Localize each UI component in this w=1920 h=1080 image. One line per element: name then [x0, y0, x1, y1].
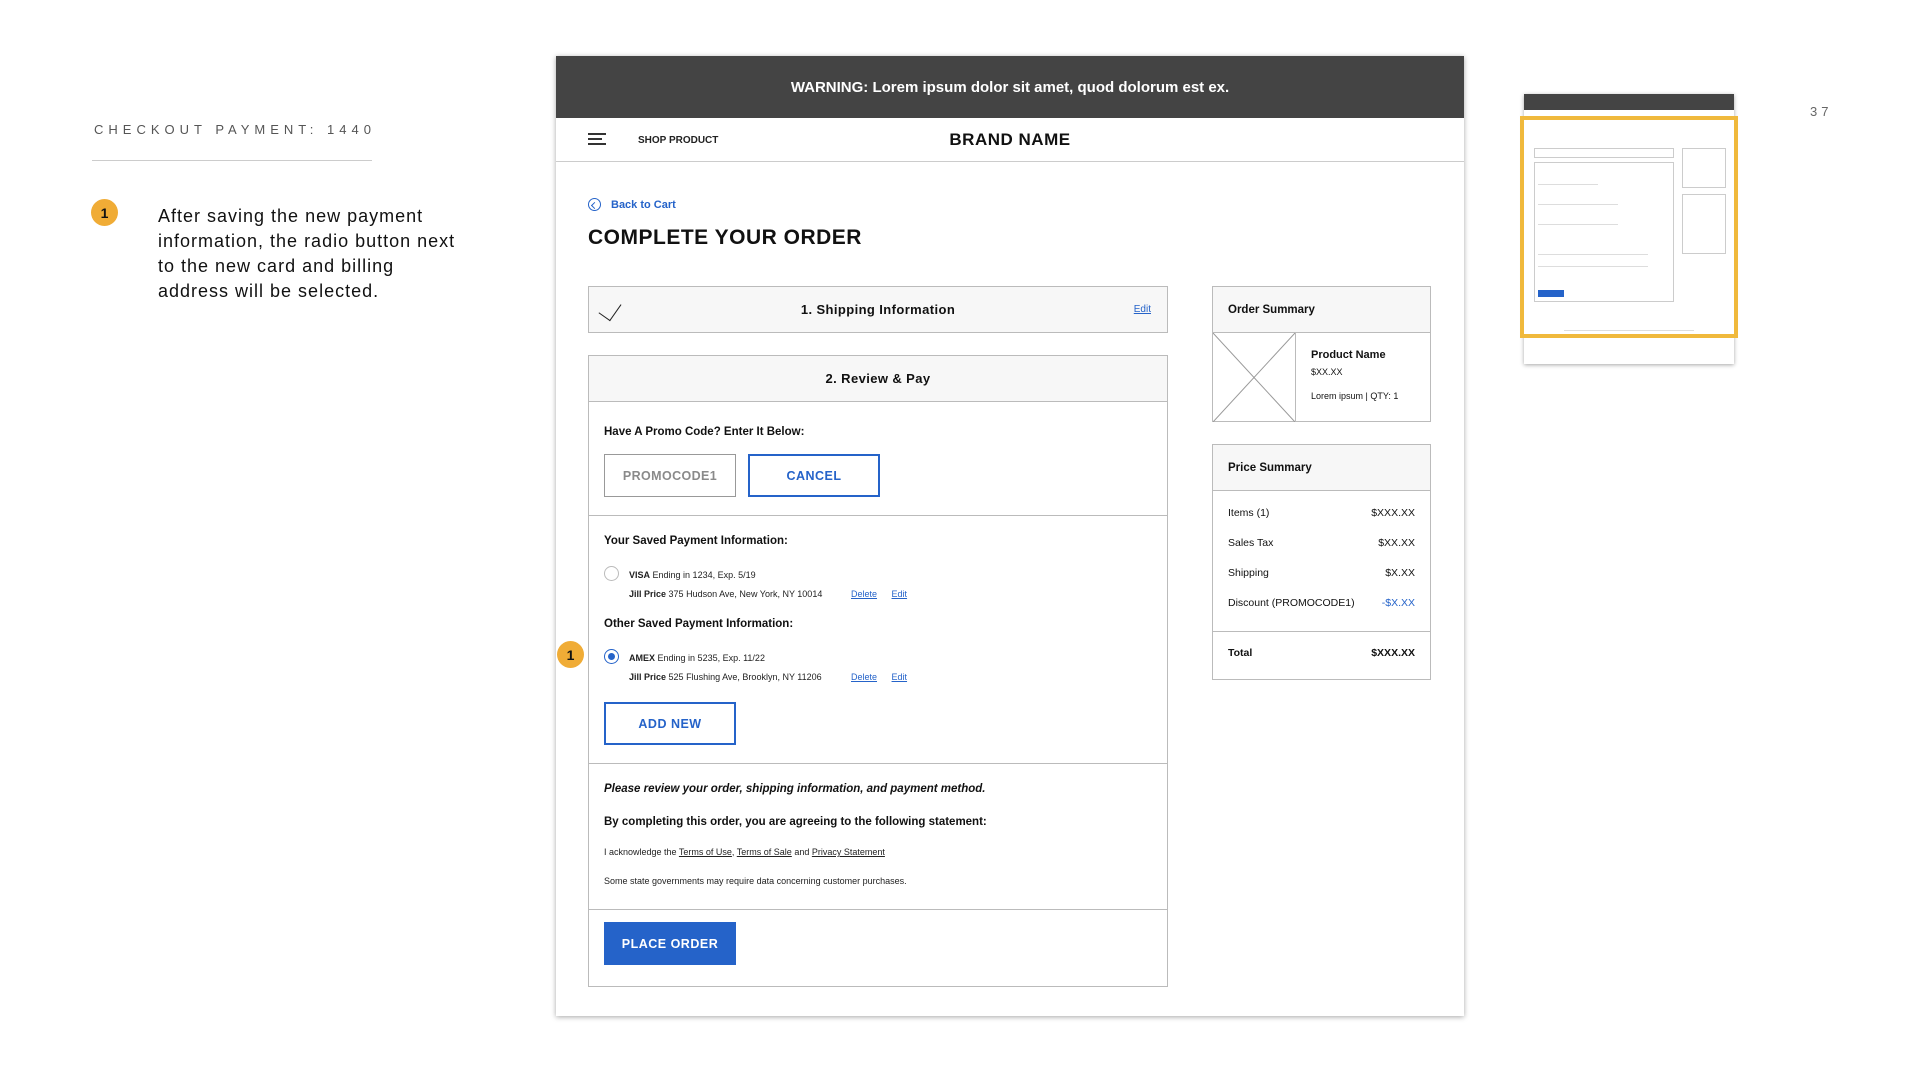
annotation-text: After saving the new payment information…: [158, 206, 456, 301]
checkout-mockup: WARNING: Lorem ipsum dolor sit amet, quo…: [556, 56, 1464, 1016]
saved-card-radio[interactable]: [604, 566, 619, 581]
review-pay-section: 2. Review & Pay Have A Promo Code? Enter…: [588, 355, 1168, 987]
terms-of-sale-link[interactable]: Terms of Sale: [737, 847, 792, 857]
product-name: Product Name: [1311, 349, 1386, 361]
page-number: 37: [1810, 104, 1833, 119]
promo-section: Have A Promo Code? Enter It Below: PROMO…: [589, 402, 1167, 516]
other-delete-link[interactable]: Delete: [851, 672, 877, 682]
saved-payment-label: Your Saved Payment Information:: [604, 535, 788, 547]
annotation-badge-marker: 1: [557, 641, 584, 668]
other-address-line: Jill Price 525 Flushing Ave, Brooklyn, N…: [629, 672, 822, 682]
page-title: COMPLETE YOUR ORDER: [588, 226, 862, 249]
place-order-button[interactable]: PLACE ORDER: [604, 922, 736, 965]
payment-section: Your Saved Payment Information: VISA End…: [589, 516, 1167, 764]
promo-label: Have A Promo Code? Enter It Below:: [604, 426, 805, 438]
saved-card-actions: Delete Edit: [851, 589, 919, 599]
thumbnail-warning-bar: [1524, 94, 1734, 110]
price-summary: Price Summary Items (1) $XXX.XX Sales Ta…: [1212, 444, 1431, 680]
order-summary: Order Summary Product Name $XX.XX Lorem …: [1212, 286, 1431, 423]
shipping-edit-link[interactable]: Edit: [1134, 304, 1151, 315]
saved-edit-link[interactable]: Edit: [892, 589, 908, 599]
other-card-radio-selected[interactable]: [604, 649, 619, 664]
saved-card-line: VISA Ending in 1234, Exp. 5/19: [629, 570, 756, 580]
warning-banner: WARNING: Lorem ipsum dolor sit amet, quo…: [556, 56, 1464, 118]
product-price: $XX.XX: [1311, 367, 1343, 377]
price-row-label: Items (1): [1228, 507, 1270, 519]
saved-address: 375 Hudson Ave, New York, NY 10014: [668, 589, 823, 599]
thumbnail-highlight: [1520, 116, 1738, 338]
other-card-detail: Ending in 5235, Exp. 11/22: [657, 653, 765, 663]
price-row: Items (1) $XXX.XX: [1228, 507, 1415, 519]
state-note: Some state governments may require data …: [604, 876, 907, 886]
ack-prefix: I acknowledge the: [604, 847, 677, 857]
price-row-value: $X.XX: [1385, 567, 1415, 579]
privacy-statement-link[interactable]: Privacy Statement: [812, 847, 885, 857]
saved-delete-link[interactable]: Delete: [851, 589, 877, 599]
terms-of-use-link[interactable]: Terms of Use: [679, 847, 732, 857]
back-arrow-icon: [588, 198, 601, 211]
price-row-value: $XXX.XX: [1371, 507, 1415, 519]
product-meta: Lorem ipsum | QTY: 1: [1311, 391, 1399, 401]
other-address: 525 Flushing Ave, Brooklyn, NY 11206: [668, 672, 822, 682]
site-header: SHOP PRODUCT BRAND NAME: [556, 118, 1464, 162]
review-note: Please review your order, shipping infor…: [604, 783, 986, 795]
price-row: Discount (PROMOCODE1) -$X.XX: [1228, 597, 1415, 609]
discount-value: -$X.XX: [1381, 597, 1415, 609]
total-row: Total $XXX.XX: [1228, 647, 1415, 659]
agree-note: By completing this order, you are agreei…: [604, 816, 987, 828]
saved-address-line: Jill Price 375 Hudson Ave, New York, NY …: [629, 589, 822, 599]
shipping-title: 1. Shipping Information: [800, 302, 956, 317]
other-card-line: AMEX Ending in 5235, Exp. 11/22: [629, 653, 765, 663]
cancel-button[interactable]: CANCEL: [748, 454, 880, 497]
other-name: Jill Price: [629, 672, 667, 682]
back-to-cart-link[interactable]: Back to Cart: [588, 198, 676, 211]
price-row-label: Sales Tax: [1228, 537, 1274, 549]
terms-section: Please review your order, shipping infor…: [589, 764, 1167, 910]
back-to-cart-label: Back to Cart: [611, 198, 676, 211]
order-summary-title: Order Summary: [1213, 287, 1430, 333]
price-row: Sales Tax $XX.XX: [1228, 537, 1415, 549]
price-summary-title: Price Summary: [1213, 445, 1430, 491]
divider: [92, 160, 372, 161]
total-label: Total: [1228, 647, 1253, 659]
price-row-label: Shipping: [1228, 567, 1269, 579]
other-payment-label: Other Saved Payment Information:: [604, 618, 794, 630]
other-card-actions: Delete Edit: [851, 672, 919, 682]
divider: [1213, 631, 1430, 632]
price-row-value: $XX.XX: [1378, 537, 1415, 549]
acknowledge-line: I acknowledge the Terms of Use, Terms of…: [604, 847, 885, 857]
price-row: Shipping $X.XX: [1228, 567, 1415, 579]
saved-card-brand: VISA: [629, 570, 651, 580]
review-pay-title: 2. Review & Pay: [589, 356, 1167, 402]
saved-card-detail: Ending in 1234, Exp. 5/19: [652, 570, 756, 580]
other-card-brand: AMEX: [629, 653, 656, 663]
add-new-button[interactable]: ADD NEW: [604, 702, 736, 745]
saved-name: Jill Price: [629, 589, 667, 599]
promo-code-input[interactable]: PROMOCODE1: [604, 454, 736, 497]
product-image-placeholder: [1212, 332, 1296, 423]
ack-and: and: [794, 847, 810, 857]
brand-name[interactable]: BRAND NAME: [556, 130, 1464, 150]
ack-comma: ,: [731, 847, 735, 857]
annotation-badge: 1: [91, 199, 118, 226]
slide-label: CHECKOUT PAYMENT: 1440: [94, 122, 376, 137]
shipping-information-section: 1. Shipping Information Edit: [588, 286, 1168, 333]
total-value: $XXX.XX: [1371, 647, 1415, 659]
price-row-label: Discount (PROMOCODE1): [1228, 597, 1355, 609]
other-edit-link[interactable]: Edit: [892, 672, 908, 682]
